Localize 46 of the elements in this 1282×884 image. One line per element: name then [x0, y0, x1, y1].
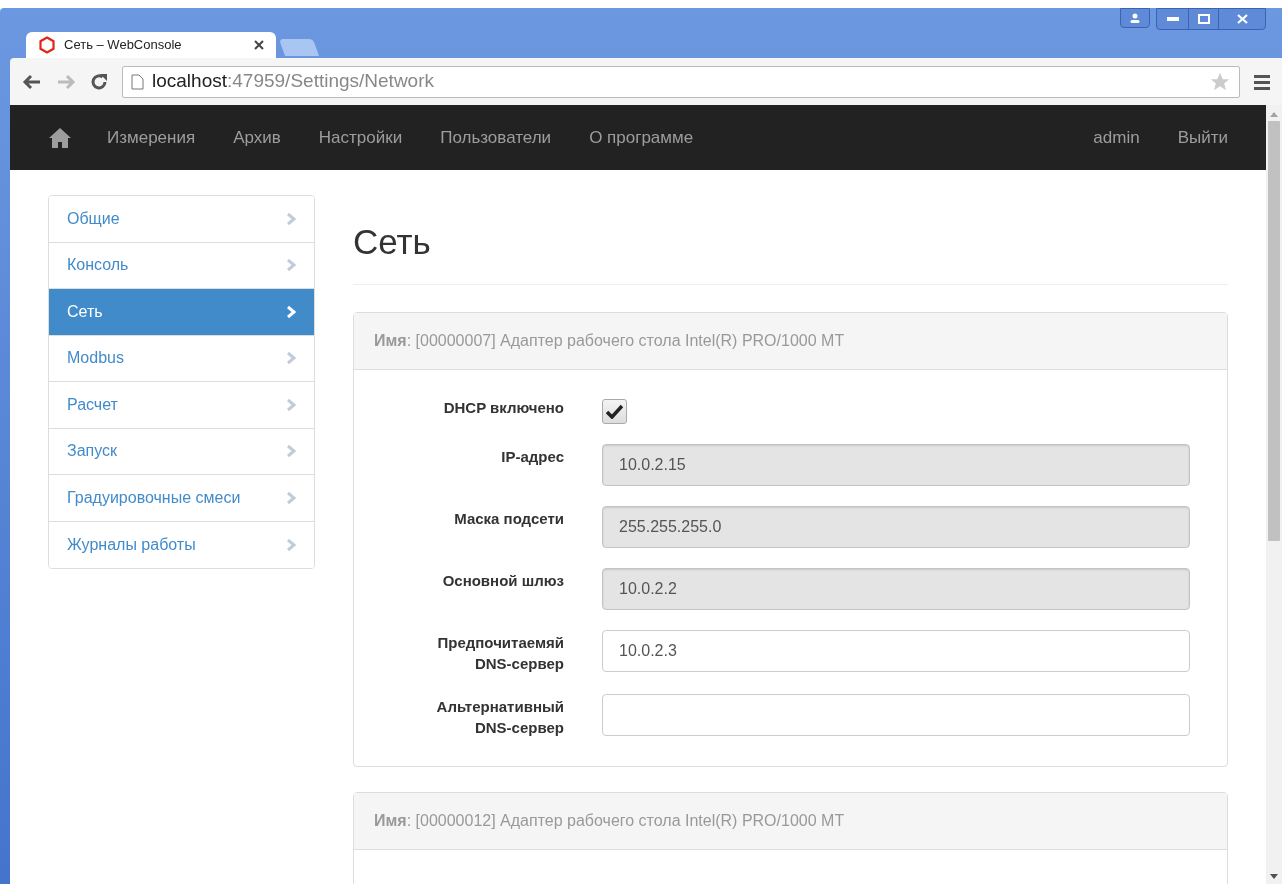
nav-link[interactable]: Архив: [233, 124, 281, 151]
nav-link[interactable]: О программе: [589, 124, 694, 151]
close-icon[interactable]: [254, 40, 264, 50]
nav-link[interactable]: Измерения: [107, 124, 196, 151]
text-field[interactable]: [602, 694, 1190, 736]
tab-title: Сеть – WebConsole: [64, 36, 183, 55]
chevron-icon: [286, 537, 296, 552]
logout-link[interactable]: Выйти: [1177, 124, 1228, 151]
sidebar-item[interactable]: Общие: [49, 196, 314, 243]
chevron-icon: [286, 444, 296, 459]
user-link[interactable]: admin: [1093, 124, 1140, 151]
hexagon-logo-icon: [38, 36, 56, 54]
scrollbar[interactable]: [1266, 105, 1282, 884]
nav-link[interactable]: Пользователи: [440, 124, 552, 151]
address-bar[interactable]: localhost:47959/Settings/Network: [122, 65, 1240, 98]
dhcp-checkbox[interactable]: [602, 399, 627, 424]
person-icon: [1129, 12, 1141, 24]
sidebar-item[interactable]: Сеть: [49, 289, 314, 336]
menu-icon[interactable]: [1254, 73, 1270, 90]
browser-tab[interactable]: Сеть – WebConsole: [26, 32, 276, 58]
url-text: localhost:47959/Settings/Network: [152, 69, 435, 94]
adapter-name: Имя: [00000007] Адаптер рабочего стола Intel(R) PRO/1000 MT: [374, 331, 845, 351]
field-label: IP-адрес: [500, 447, 564, 467]
page-icon: [131, 73, 144, 90]
close-icon: [1236, 14, 1248, 24]
user-button[interactable]: [1120, 8, 1150, 28]
page-title: Сеть: [353, 222, 432, 262]
chevron-icon: [286, 211, 296, 226]
field-label: Основной шлюз: [441, 571, 564, 591]
nav-link[interactable]: Настройки: [318, 124, 403, 151]
field-label: Маска подсети: [453, 509, 564, 529]
chevron-icon: [286, 304, 296, 319]
reload-icon[interactable]: [90, 72, 108, 91]
back-arrow-icon[interactable]: [22, 73, 42, 90]
chevron-icon: [286, 351, 296, 366]
chevron-icon: [286, 490, 296, 505]
field-label: Предпочитаемяй DNS-сервер: [436, 633, 564, 674]
home-icon[interactable]: [48, 126, 72, 149]
text-field[interactable]: 10.0.2.3: [602, 630, 1190, 672]
field-label: Альтернативный DNS-сервер: [435, 697, 564, 738]
checkmark-icon: [606, 404, 623, 419]
field-label: DHCP включено: [442, 398, 564, 418]
chevron-icon: [286, 258, 296, 273]
chevron-icon: [286, 397, 296, 412]
scroll-down-icon[interactable]: [1270, 874, 1278, 880]
adapter-name: Имя: [00000012] Адаптер рабочего стола Intel(R) PRO/1000 MT: [374, 811, 845, 831]
